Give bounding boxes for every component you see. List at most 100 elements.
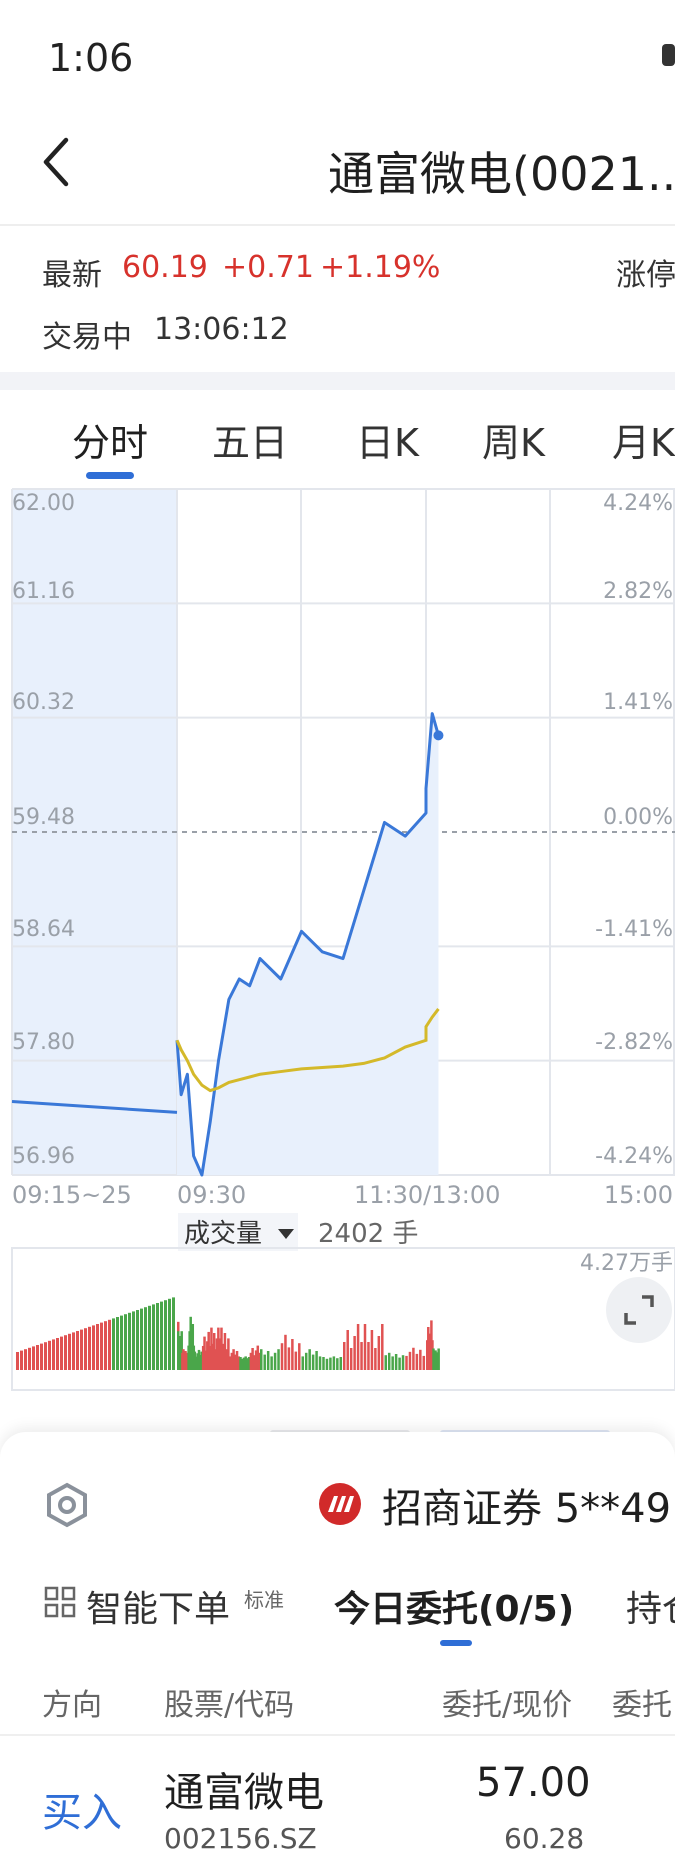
volume-bar	[353, 1336, 356, 1370]
volume-bar	[405, 1355, 408, 1370]
broker-logo-icon	[319, 1483, 361, 1525]
volume-bar	[363, 1324, 367, 1370]
volume-bar	[64, 1335, 67, 1370]
volume-bar	[140, 1308, 143, 1370]
time-tick-label: 09:15~25	[12, 1181, 132, 1209]
volume-bar	[308, 1349, 311, 1370]
volume-bar	[394, 1354, 398, 1370]
volume-bar	[287, 1347, 291, 1370]
volume-bar	[336, 1358, 339, 1370]
table-divider	[0, 1734, 675, 1736]
price-tick-label: 62.00	[12, 491, 75, 516]
volume-bar	[422, 1355, 426, 1370]
smart-order-tab[interactable]: 智能下单	[86, 1580, 230, 1632]
volume-bar	[68, 1333, 71, 1370]
tab-five-day[interactable]: 五日	[212, 412, 288, 467]
volume-bar	[104, 1321, 107, 1370]
volume-bar	[28, 1347, 31, 1370]
volume-bar	[298, 1343, 301, 1370]
volume-bar	[398, 1357, 401, 1370]
order-stock-code: 002156.SZ	[164, 1822, 317, 1855]
volume-bar	[172, 1297, 175, 1370]
tab-today-orders[interactable]: 今日委托(0/5)	[334, 1580, 574, 1632]
volume-bar	[96, 1324, 99, 1370]
price-point	[433, 730, 444, 741]
volume-bar	[156, 1303, 159, 1370]
back-button[interactable]	[36, 130, 86, 190]
volume-bar	[144, 1307, 147, 1370]
volume-bar	[304, 1352, 308, 1370]
volume-bar	[116, 1317, 119, 1370]
volume-bar	[374, 1348, 377, 1370]
tab-daily-k[interactable]: 日K	[356, 412, 419, 467]
volume-bar	[100, 1322, 103, 1370]
column-stock: 股票/代码	[164, 1688, 295, 1723]
volume-bar	[318, 1356, 322, 1370]
chevron-left-icon	[43, 137, 69, 187]
trade-time: 13:06:12	[154, 312, 289, 347]
order-stock-name[interactable]: 通富微电	[164, 1760, 324, 1818]
volume-bar	[76, 1331, 79, 1370]
volume-bar	[44, 1342, 47, 1370]
volume-bar	[56, 1338, 59, 1370]
volume-bar	[136, 1310, 139, 1370]
tab-intraday[interactable]: 分时	[72, 412, 148, 467]
price-area	[177, 713, 439, 1175]
time-tick-label: 09:30	[177, 1181, 246, 1209]
volume-bar	[270, 1356, 273, 1370]
price-tick-label: 61.16	[12, 579, 75, 604]
volume-bar	[60, 1336, 63, 1370]
intraday-chart[interactable]: 62.00 61.16 60.32 59.48 58.64 57.80 56.9…	[0, 480, 675, 1410]
volume-bar	[370, 1330, 374, 1370]
volume-bar	[437, 1348, 440, 1370]
volume-bar	[124, 1314, 127, 1370]
volume-bar	[387, 1352, 391, 1370]
price-tick-label: 57.80	[12, 1030, 75, 1055]
settings-icon[interactable]	[44, 1482, 90, 1528]
percent-tick-label: 0.00%	[603, 805, 673, 830]
tab-monthly-k[interactable]: 月K	[612, 412, 675, 467]
volume-bar	[148, 1305, 151, 1370]
volume-bar	[412, 1347, 415, 1370]
grid-icon	[44, 1586, 76, 1618]
section-separator	[0, 372, 675, 390]
volume-bar	[168, 1298, 171, 1370]
volume-bar	[332, 1356, 336, 1370]
limit-up-label: 涨停	[616, 258, 675, 293]
volume-bar	[301, 1356, 304, 1370]
price-tick-label: 58.64	[12, 917, 75, 942]
volume-bar	[128, 1312, 131, 1370]
smart-order-badge: 标准	[244, 1588, 284, 1612]
percent-tick-label: 4.24%	[603, 491, 673, 516]
latest-price: 60.19	[122, 250, 208, 285]
volume-selector[interactable]: 成交量	[184, 1219, 262, 1249]
volume-bar	[20, 1350, 23, 1370]
volume-bar	[346, 1330, 349, 1370]
price-tick-label: 60.32	[12, 690, 75, 715]
volume-bar	[329, 1357, 332, 1370]
volume-bar	[325, 1358, 329, 1370]
volume-bar	[356, 1324, 360, 1370]
volume-bar	[16, 1352, 19, 1370]
page-title: 通富微电(0021..	[328, 147, 675, 201]
volume-bar	[277, 1349, 280, 1370]
volume-bar	[80, 1329, 83, 1370]
expand-icon	[624, 1295, 654, 1325]
percent-tick-label: -2.82%	[595, 1030, 673, 1055]
volume-bar	[132, 1311, 135, 1370]
volume-bar	[24, 1349, 27, 1370]
tab-holdings[interactable]: 持仓	[626, 1580, 675, 1632]
volume-bar	[294, 1351, 298, 1370]
broker-account[interactable]: 招商证券 5**49	[382, 1476, 671, 1534]
expand-button[interactable]	[606, 1277, 672, 1343]
volume-bar	[377, 1336, 381, 1370]
tab-weekly-k[interactable]: 周K	[482, 412, 545, 467]
volume-bar	[360, 1342, 363, 1370]
volume-bar	[273, 1352, 277, 1370]
volume-bar	[343, 1342, 346, 1370]
volume-bar	[419, 1349, 422, 1370]
volume-bar	[263, 1354, 266, 1370]
price-change: +0.71	[222, 250, 314, 285]
volume-bar	[384, 1355, 387, 1370]
column-direction: 方向	[42, 1688, 102, 1723]
